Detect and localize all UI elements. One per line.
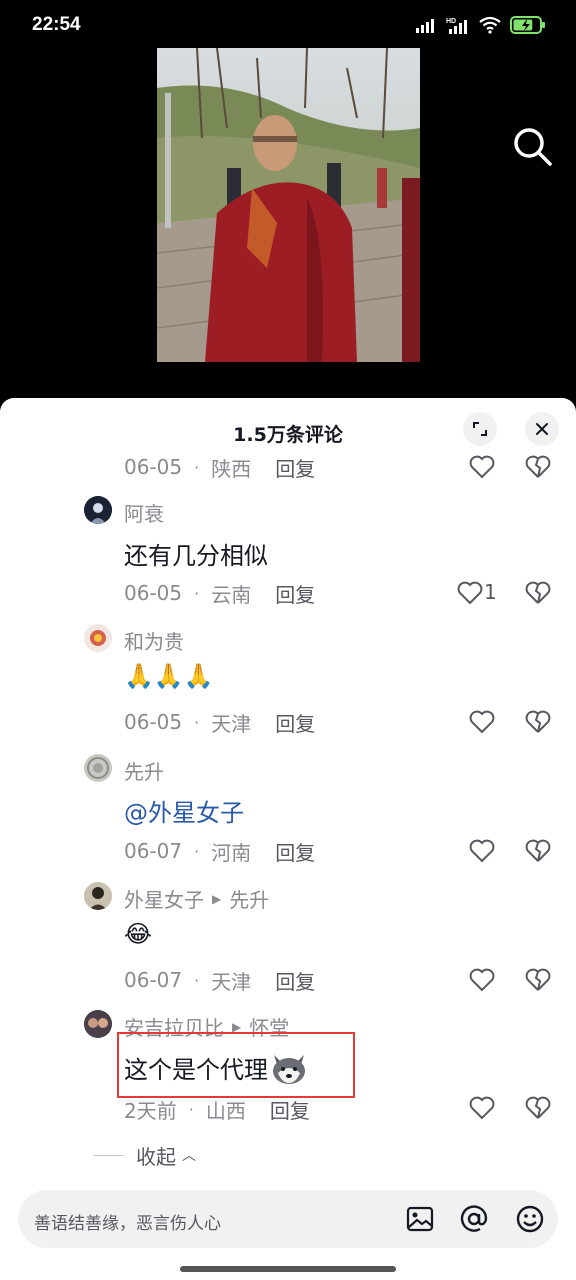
comment-meta: 06-05 · 天津 回复 — [124, 707, 315, 737]
video-thumbnail — [157, 48, 420, 362]
home-indicator[interactable] — [180, 1266, 396, 1272]
comment-meta: 06-07 · 河南 回复 — [124, 836, 315, 866]
heart-icon[interactable] — [468, 453, 496, 481]
avatar[interactable] — [84, 882, 112, 910]
image-icon[interactable] — [404, 1203, 436, 1235]
heart-icon[interactable] — [468, 837, 496, 865]
comment-location: 云南 — [211, 582, 252, 607]
comment-meta: 2天前 · 山西 回复 — [124, 1094, 310, 1124]
close-button[interactable] — [525, 412, 559, 446]
heart-icon[interactable] — [468, 1094, 496, 1122]
broken-heart-icon[interactable] — [524, 453, 552, 481]
comment-sheet: 1.5万条评论 06-05 · 陕西 回复 阿衰 还有几分相似 06-05 · … — [0, 398, 576, 1280]
comment-date: 06-07 — [124, 839, 183, 863]
comment-username[interactable]: 阿衰 — [124, 498, 164, 527]
heart-icon[interactable] — [468, 966, 496, 994]
broken-heart-icon[interactable] — [524, 579, 552, 607]
avatar-image — [84, 624, 112, 652]
reply-to-user[interactable]: 先升 — [229, 884, 269, 913]
comment-date: 06-05 — [124, 455, 183, 479]
avatar[interactable] — [84, 624, 112, 652]
comment-location: 河南 — [211, 840, 252, 865]
comment-username[interactable]: 外星女子 ▶ 先升 — [124, 884, 269, 913]
comment-text: 还有几分相似 — [124, 542, 268, 570]
avatar-image — [84, 754, 112, 782]
heart-icon[interactable] — [468, 708, 496, 736]
avatar-image — [84, 496, 112, 524]
comment-mention[interactable]: @外星女子 — [124, 793, 244, 828]
status-bar: 22:54 HD — [0, 0, 576, 48]
reply-button[interactable]: 回复 — [275, 579, 315, 608]
comment-meta: 06-07 · 天津 回复 — [124, 965, 315, 995]
reply-button[interactable]: 回复 — [275, 837, 315, 866]
video-player[interactable] — [0, 48, 576, 408]
search-icon[interactable] — [510, 124, 554, 168]
at-mention-icon[interactable] — [458, 1203, 490, 1235]
comment-text: 😂 — [124, 920, 153, 948]
comment-date: 06-07 — [124, 968, 183, 992]
avatar-image — [84, 1010, 112, 1038]
close-icon — [536, 423, 548, 435]
comment-location: 山西 — [205, 1098, 246, 1123]
cellular-signal-icon — [416, 19, 434, 33]
broken-heart-icon[interactable] — [524, 966, 552, 994]
broken-heart-icon[interactable] — [524, 1094, 552, 1122]
reply-button[interactable]: 回复 — [275, 708, 315, 737]
comment-meta: 06-05 · 陕西 回复 — [124, 452, 315, 482]
reply-button[interactable]: 回复 — [275, 966, 315, 995]
heart-icon[interactable] — [456, 579, 484, 607]
reply-button[interactable]: 回复 — [270, 1095, 310, 1124]
collapse-divider — [94, 1154, 124, 1156]
comment-input-placeholder[interactable]: 善语结善缘，恶言伤人心 — [34, 1209, 221, 1234]
avatar[interactable] — [84, 754, 112, 782]
collapse-label: 收起 — [136, 1144, 176, 1169]
avatar[interactable] — [84, 1010, 112, 1038]
comment-date: 06-05 — [124, 710, 183, 734]
comment-location: 陕西 — [211, 456, 252, 481]
battery-icon — [510, 16, 545, 34]
wifi-icon — [479, 16, 501, 34]
broken-heart-icon[interactable] — [524, 708, 552, 736]
avatar-image — [84, 882, 112, 910]
video-frame[interactable] — [157, 48, 420, 362]
svg-text:HD: HD — [446, 18, 456, 25]
reply-arrow-icon: ▶ — [212, 891, 222, 906]
comment-text: 🙏🙏🙏 — [124, 662, 214, 690]
status-time: 22:54 — [32, 14, 81, 35]
comment-location: 天津 — [211, 711, 252, 736]
comment-username[interactable]: 先升 — [124, 756, 164, 785]
avatar[interactable] — [84, 496, 112, 524]
highlight-box — [117, 1032, 355, 1098]
broken-heart-icon[interactable] — [524, 837, 552, 865]
collapse-replies-button[interactable]: 收起 ︿ — [94, 1140, 196, 1170]
expand-icon — [473, 422, 487, 436]
expand-button[interactable] — [463, 412, 497, 446]
status-icons: HD — [416, 14, 546, 36]
hd-signal-icon: HD — [446, 18, 467, 34]
emoji-icon[interactable] — [514, 1203, 546, 1235]
comment-meta: 06-05 · 云南 回复 — [124, 578, 315, 608]
like-count: 1 — [484, 580, 497, 604]
reply-button[interactable]: 回复 — [275, 453, 315, 482]
comment-input-bar[interactable]: 善语结善缘，恶言伤人心 — [18, 1190, 558, 1248]
comment-date: 2天前 — [124, 1098, 177, 1123]
comment-location: 天津 — [211, 969, 252, 994]
chevron-up-icon: ︿ — [182, 1148, 196, 1164]
comment-username[interactable]: 和为贵 — [124, 626, 184, 655]
comment-date: 06-05 — [124, 581, 183, 605]
